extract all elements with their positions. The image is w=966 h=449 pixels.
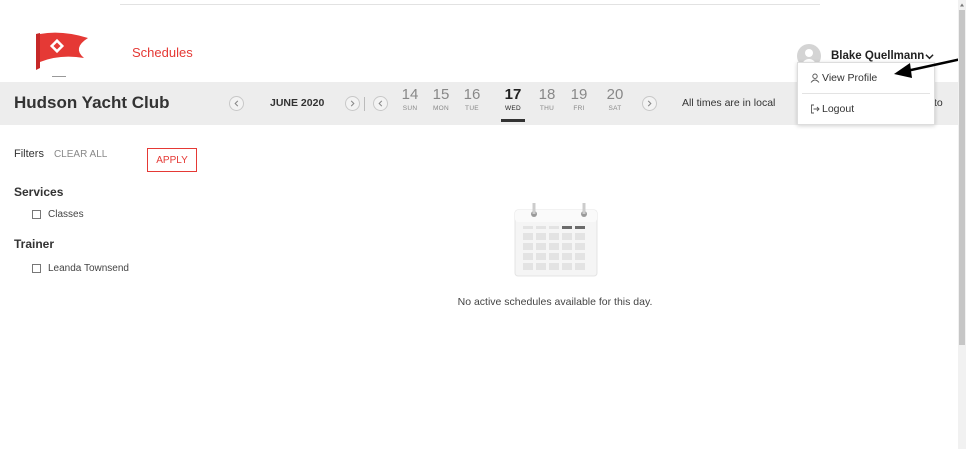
prev-month-button[interactable] [229,96,244,111]
trainer-filter-title: Trainer [14,237,55,251]
day-number: 20 [606,86,624,103]
day-number: 15 [432,86,450,103]
day-selector-14[interactable]: 14 SUN [398,86,422,112]
filters-header: Filters CLEAR ALL [14,148,107,160]
day-selector-19[interactable]: 19 FRI [567,86,591,112]
apply-button[interactable]: APPLY [147,148,197,172]
logo-underline [52,76,66,77]
day-of-week: FRI [573,105,585,112]
user-outline-icon [810,73,820,83]
timezone-note: All times are in local [682,97,776,109]
filters-label: Filters [14,148,44,160]
day-number: 16 [463,86,481,103]
day-number: 17 [504,86,522,103]
yacht-club-logo[interactable] [32,28,90,76]
day-selector-15[interactable]: 15 MON [429,86,453,112]
browser-top-edge [120,0,820,5]
chevron-left-icon [234,100,239,107]
day-selector-18[interactable]: 18 THU [535,86,559,112]
chevron-right-icon [350,100,355,107]
trainer-checkbox-row[interactable]: Leanda Townsend [32,263,129,274]
day-of-week: THU [539,105,555,112]
clear-all-button[interactable]: CLEAR ALL [54,149,107,160]
services-filter-title: Services [14,185,64,199]
day-of-week: WED [504,105,522,112]
timezone-note-tail: to [934,97,943,109]
chevron-right-icon [647,100,652,107]
day-of-week: SUN [402,105,418,112]
logout-icon [811,104,820,114]
day-number: 14 [401,86,419,103]
empty-calendar-icon [514,203,598,277]
classes-checkbox-row[interactable]: Classes [32,209,84,220]
day-of-week: SAT [608,105,622,112]
next-week-button[interactable] [642,96,657,111]
day-number: 18 [538,86,556,103]
logout-label: Logout [822,103,855,115]
trainer-label: Leanda Townsend [48,263,129,274]
day-of-week: TUE [465,105,479,112]
day-selector-17-selected[interactable]: 17 WED [501,86,525,122]
month-label: JUNE 2020 [270,97,325,109]
scroll-up-arrow-icon[interactable] [959,2,965,8]
view-profile-label: View Profile [822,72,878,84]
trainer-checkbox[interactable] [32,264,41,273]
divider [364,97,365,111]
day-number: 19 [570,86,588,103]
next-month-button[interactable] [345,96,360,111]
classes-label: Classes [48,209,84,220]
club-name: Hudson Yacht Club [14,93,170,112]
day-selector-20[interactable]: 20 SAT [603,86,627,112]
page-scrollbar[interactable] [958,0,966,449]
logout-menu-item[interactable]: Logout [798,94,934,124]
annotation-arrow-icon [894,56,966,78]
prev-week-button[interactable] [373,96,388,111]
day-selector-16[interactable]: 16 TUE [460,86,484,112]
scrollbar-thumb[interactable] [959,10,965,345]
selected-day-indicator [501,119,525,122]
day-of-week: MON [432,105,450,112]
classes-checkbox[interactable] [32,210,41,219]
empty-state-message: No active schedules available for this d… [457,296,653,308]
nav-schedules-link[interactable]: Schedules [132,45,193,60]
chevron-left-icon [378,100,383,107]
